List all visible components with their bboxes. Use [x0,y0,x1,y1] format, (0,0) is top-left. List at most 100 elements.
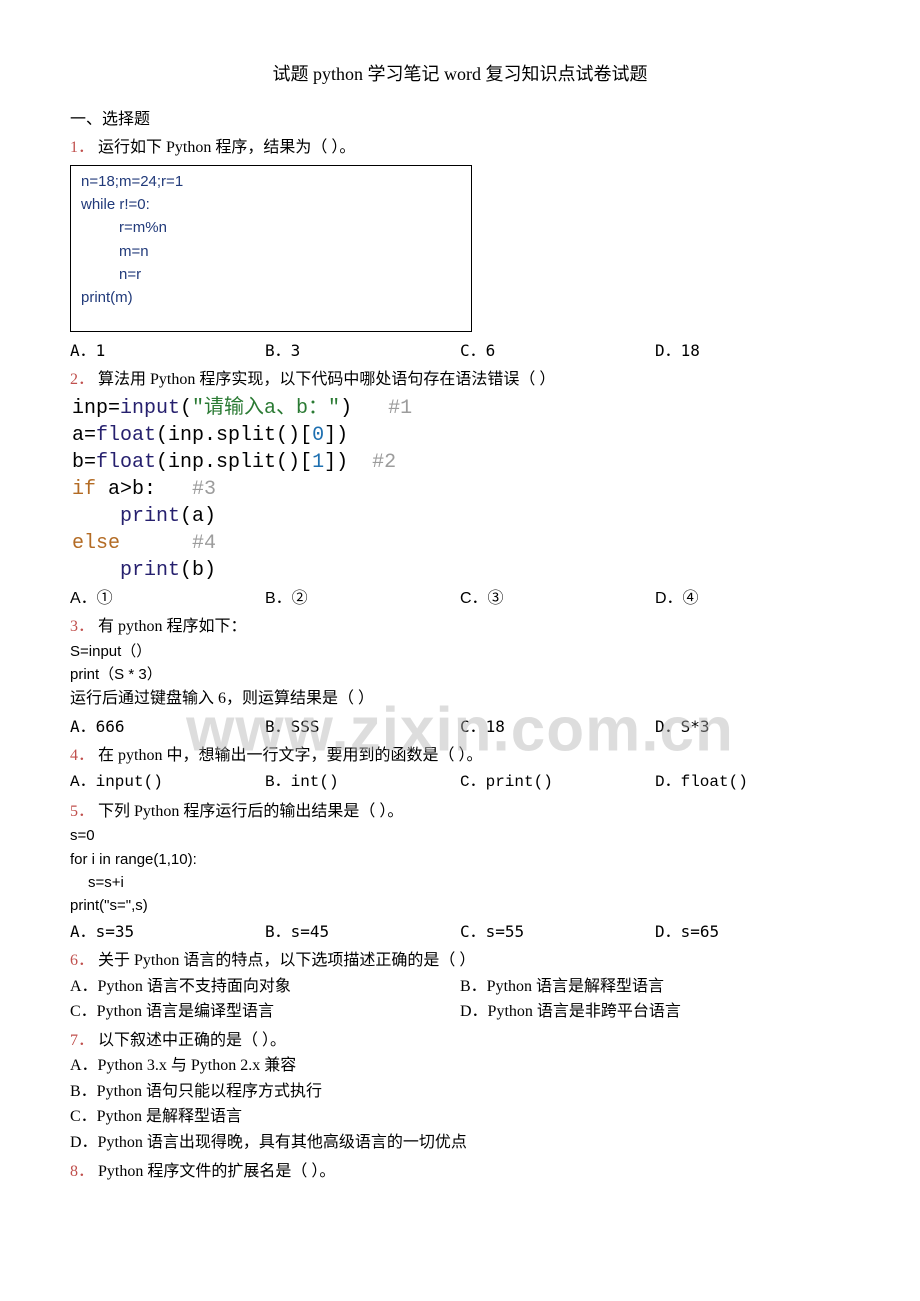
code-token: print [120,505,180,528]
question-text: 算法用 Python 程序实现，以下代码中哪处语句存在语法错误（ ） [98,371,555,388]
code-block-q1: n=18;m=24;r=1 while r!=0: r=m%n m=n n=r … [70,165,472,333]
code-token: ]) [324,424,348,447]
option-d: D．S*3 [655,714,850,740]
question-7: 7．以下叙述中正确的是（ ）。 [70,1028,850,1054]
page-title: 试题 python 学习笔记 word 复习知识点试卷试题 [70,60,850,89]
code-token: #1 [388,397,412,420]
option-b: B．s=45 [265,919,460,945]
code-token: input [120,397,180,420]
code-token: else [72,532,120,555]
code-block-q5: s=0 for i in range(1,10): s=s+i print("s… [70,824,850,917]
code-token: float [96,424,156,447]
option-d: D．Python 语言是非跨平台语言 [460,999,850,1025]
code-token: if [72,478,96,501]
option-c: C．s=55 [460,919,655,945]
option-c: C．6 [460,338,655,364]
option-c: C．③ [460,586,655,612]
question-text: 在 python 中，想输出一行文字，要用到的函数是（ ）。 [98,747,482,764]
option-c: C．Python 是解释型语言 [70,1104,850,1130]
question-text: 关于 Python 语言的特点，以下选项描述正确的是（ ） [98,952,475,969]
options-q4: A．input() B．int() C．print() D．float() [70,770,850,796]
code-token: ]) [324,451,372,474]
code-token: "请输入a、b：" [192,397,340,420]
code-token: (inp.split()[ [156,424,312,447]
question-1: 1．运行如下 Python 程序，结果为（ ）。 [70,135,850,161]
option-c: C．Python 语言是编译型语言 [70,999,460,1025]
question-number: 1． [70,139,94,156]
option-d: D．float() [655,770,850,796]
question-number: 5． [70,803,94,820]
question-8: 8．Python 程序文件的扩展名是（ ）。 [70,1159,850,1185]
option-a: A．① [70,586,265,612]
options-q5: A．s=35 B．s=45 C．s=55 D．s=65 [70,919,850,945]
question-text: 运行如下 Python 程序，结果为（ ）。 [98,139,355,156]
code-line: while r!=0: [81,196,150,213]
code-line: for i in range(1,10): [70,851,197,868]
code-token: (inp.split()[ [156,451,312,474]
code-line: S=input（） [70,643,151,660]
code-token [72,505,120,528]
code-token: print [120,559,180,582]
code-line: print("s=",s) [70,897,148,914]
code-line: n=18;m=24;r=1 [81,173,183,190]
question-subtext: 运行后通过键盘输入 6，则运算结果是（ ） [70,686,850,712]
code-token: #4 [192,532,216,555]
section-heading: 一、选择题 [70,107,850,133]
code-token: (b) [180,559,216,582]
question-3: 3．有 python 程序如下： [70,614,850,640]
option-b: B．② [265,586,460,612]
question-text: 下列 Python 程序运行后的输出结果是（ ）。 [98,803,403,820]
option-a: A．Python 语言不支持面向对象 [70,974,460,1000]
question-5: 5．下列 Python 程序运行后的输出结果是（ ）。 [70,799,850,825]
code-line: s=s+i [70,871,850,894]
option-d: D．Python 语言出现得晚，具有其他高级语言的一切优点 [70,1130,850,1156]
question-number: 7． [70,1032,94,1049]
question-2: 2．算法用 Python 程序实现，以下代码中哪处语句存在语法错误（ ） [70,367,850,393]
code-line: s=0 [70,827,95,844]
code-token: #3 [192,478,216,501]
question-number: 4． [70,747,94,764]
code-line: m=n [81,240,461,263]
option-d: D．s=65 [655,919,850,945]
option-b: B．3 [265,338,460,364]
question-text: 以下叙述中正确的是（ ）。 [98,1032,286,1049]
option-b: B．Python 语句只能以程序方式执行 [70,1079,850,1105]
code-token [120,532,192,555]
question-number: 3． [70,618,94,635]
question-text: 有 python 程序如下： [98,618,246,635]
options-q2: A．① B．② C．③ D．④ [70,586,850,612]
question-4: 4．在 python 中，想输出一行文字，要用到的函数是（ ）。 [70,743,850,769]
code-line: r=m%n [81,216,461,239]
code-token: b= [72,451,96,474]
code-line: print(m) [81,289,133,306]
code-token: 1 [312,451,324,474]
code-block-q3: S=input（） print（S * 3） [70,640,850,687]
options-q3: A．666 B．SSS C．18 D．S*3 [70,714,850,740]
code-token: #2 [372,451,396,474]
question-number: 8． [70,1163,94,1180]
option-b: B．SSS [265,714,460,740]
options-q1: A．1 B．3 C．6 D．18 [70,338,850,364]
option-d: D．18 [655,338,850,364]
option-a: A．input() [70,770,265,796]
code-token: inp= [72,397,120,420]
option-a: A．s=35 [70,919,265,945]
options-q6-row2: C．Python 语言是编译型语言 D．Python 语言是非跨平台语言 [70,999,850,1025]
option-a: A．Python 3.x 与 Python 2.x 兼容 [70,1053,850,1079]
option-d: D．④ [655,586,850,612]
code-token: ( [180,397,192,420]
code-token: (a) [180,505,216,528]
code-line: n=r [81,263,461,286]
option-b: B．int() [265,770,460,796]
option-c: C．18 [460,714,655,740]
code-line: print（S * 3） [70,666,162,683]
option-a: A．1 [70,338,265,364]
options-q6-row1: A．Python 语言不支持面向对象 B．Python 语言是解释型语言 [70,974,850,1000]
code-token: float [96,451,156,474]
document-page: 试题 python 学习笔记 word 复习知识点试卷试题 一、选择题 1．运行… [0,0,920,1214]
option-b: B．Python 语言是解释型语言 [460,974,850,1000]
code-token [72,559,120,582]
question-text: Python 程序文件的扩展名是（ ）。 [98,1163,335,1180]
option-c: C．print() [460,770,655,796]
option-a: A．666 [70,714,265,740]
